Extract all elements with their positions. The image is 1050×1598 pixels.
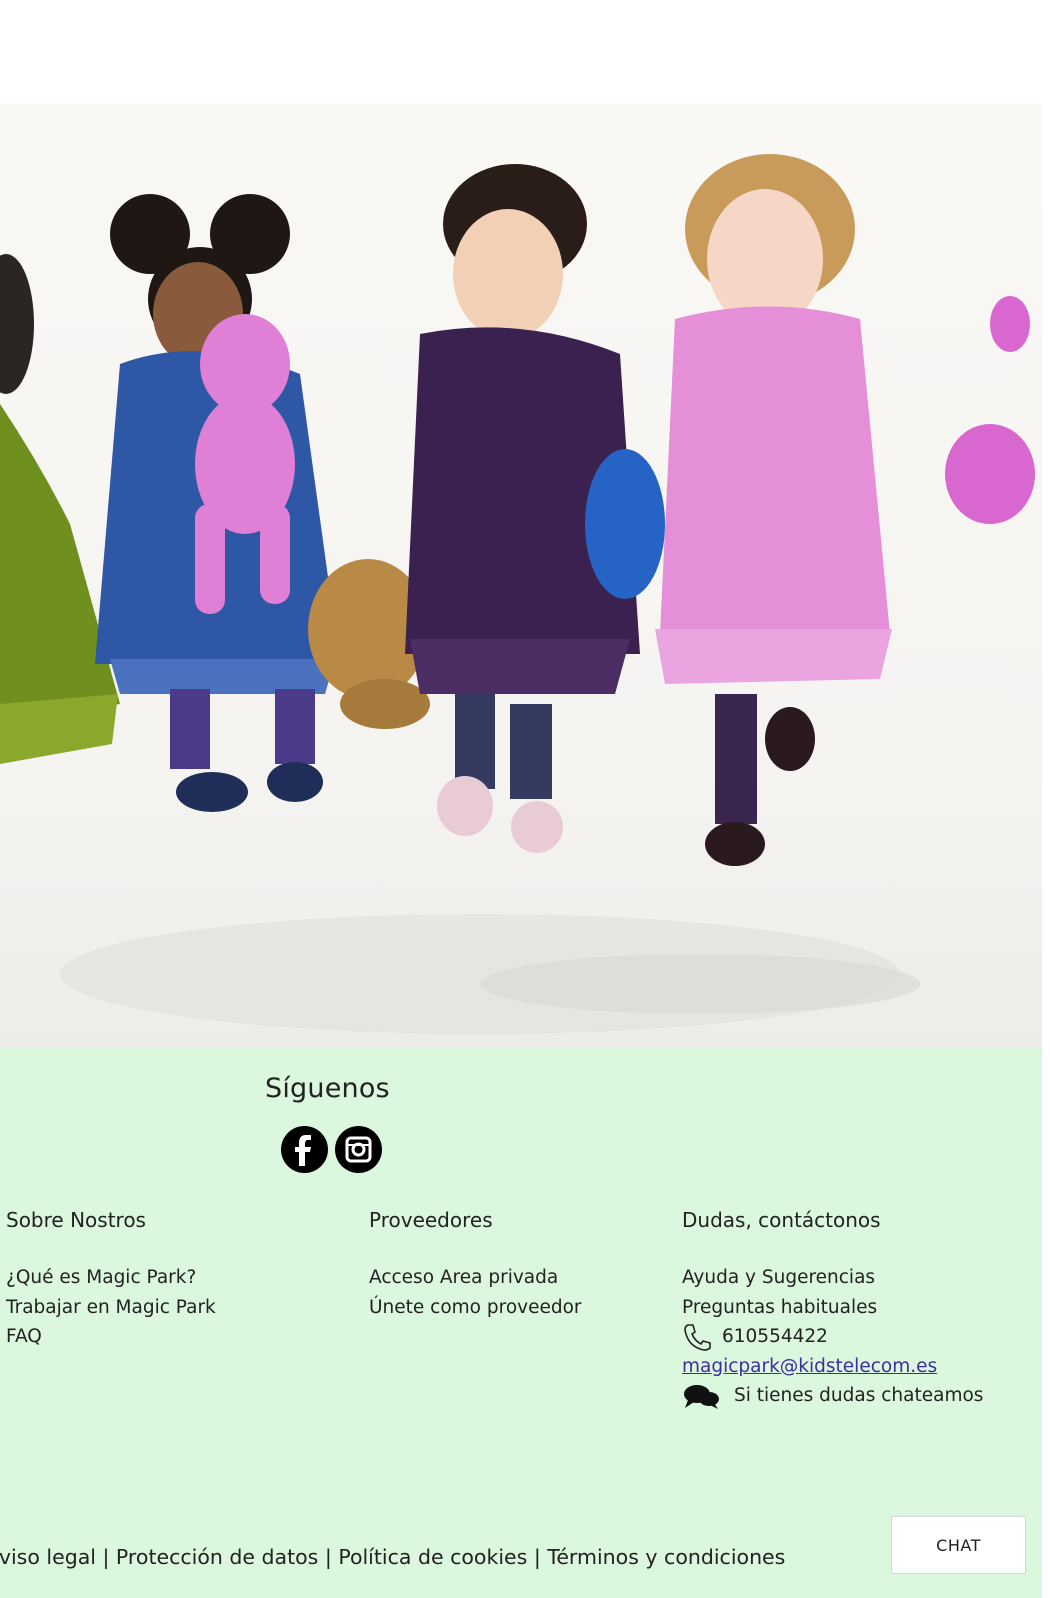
link-common-questions[interactable]: Preguntas habituales — [682, 1293, 983, 1323]
instagram-icon — [345, 1136, 372, 1163]
instagram-link[interactable] — [335, 1126, 382, 1173]
hero-image — [0, 104, 1042, 1048]
separator: | — [95, 1545, 116, 1569]
link-work-at-magic-park[interactable]: Trabajar en Magic Park — [6, 1293, 216, 1323]
link-cookies-policy[interactable]: Política de cookies — [338, 1545, 527, 1569]
chat-text: Si tienes dudas chateamos — [734, 1385, 984, 1406]
link-what-is-magic-park[interactable]: ¿Qué es Magic Park? — [6, 1263, 216, 1293]
follow-title: Síguenos — [265, 1073, 390, 1104]
phone-contact[interactable]: 610554422 — [682, 1322, 983, 1352]
page-edge — [1042, 104, 1050, 1048]
phone-number: 610554422 — [722, 1326, 828, 1347]
footer-column-providers: Proveedores Acceso Area privada Únete co… — [369, 1205, 582, 1322]
link-terms[interactable]: Términos y condiciones — [547, 1545, 785, 1569]
footer-column-contact: Dudas, contáctonos Ayuda y Sugerencias P… — [682, 1205, 983, 1411]
kids-photo-illustration — [0, 154, 1035, 1034]
footer-column-about: Sobre Nostros ¿Qué es Magic Park? Trabaj… — [6, 1205, 216, 1352]
link-join-provider[interactable]: Únete como proveedor — [369, 1293, 582, 1323]
link-faq[interactable]: FAQ — [6, 1322, 216, 1352]
facebook-link[interactable] — [281, 1126, 328, 1173]
column-title: Dudas, contáctonos — [682, 1208, 881, 1232]
chat-contact[interactable]: Si tienes dudas chateamos — [682, 1381, 983, 1411]
email-link[interactable]: magicpark@kidstelecom.es — [682, 1352, 983, 1382]
site-footer: Síguenos Sobre Nostros ¿Qué es Magic Par… — [0, 1048, 1042, 1598]
link-help-suggestions[interactable]: Ayuda y Sugerencias — [682, 1263, 983, 1293]
separator: | — [318, 1545, 339, 1569]
legal-links: Aviso legal | Protección de datos | Polí… — [0, 1542, 870, 1572]
facebook-icon — [295, 1135, 311, 1166]
column-title: Proveedores — [369, 1208, 493, 1232]
link-private-area[interactable]: Acceso Area privada — [369, 1263, 582, 1293]
link-data-protection[interactable]: Protección de datos — [116, 1545, 318, 1569]
chat-bubbles-icon — [684, 1384, 719, 1409]
chat-button[interactable]: CHAT — [891, 1516, 1026, 1574]
phone-icon — [684, 1323, 711, 1351]
column-title: Sobre Nostros — [6, 1208, 146, 1232]
link-legal-notice[interactable]: Aviso legal — [0, 1545, 96, 1569]
separator: | — [527, 1545, 548, 1569]
